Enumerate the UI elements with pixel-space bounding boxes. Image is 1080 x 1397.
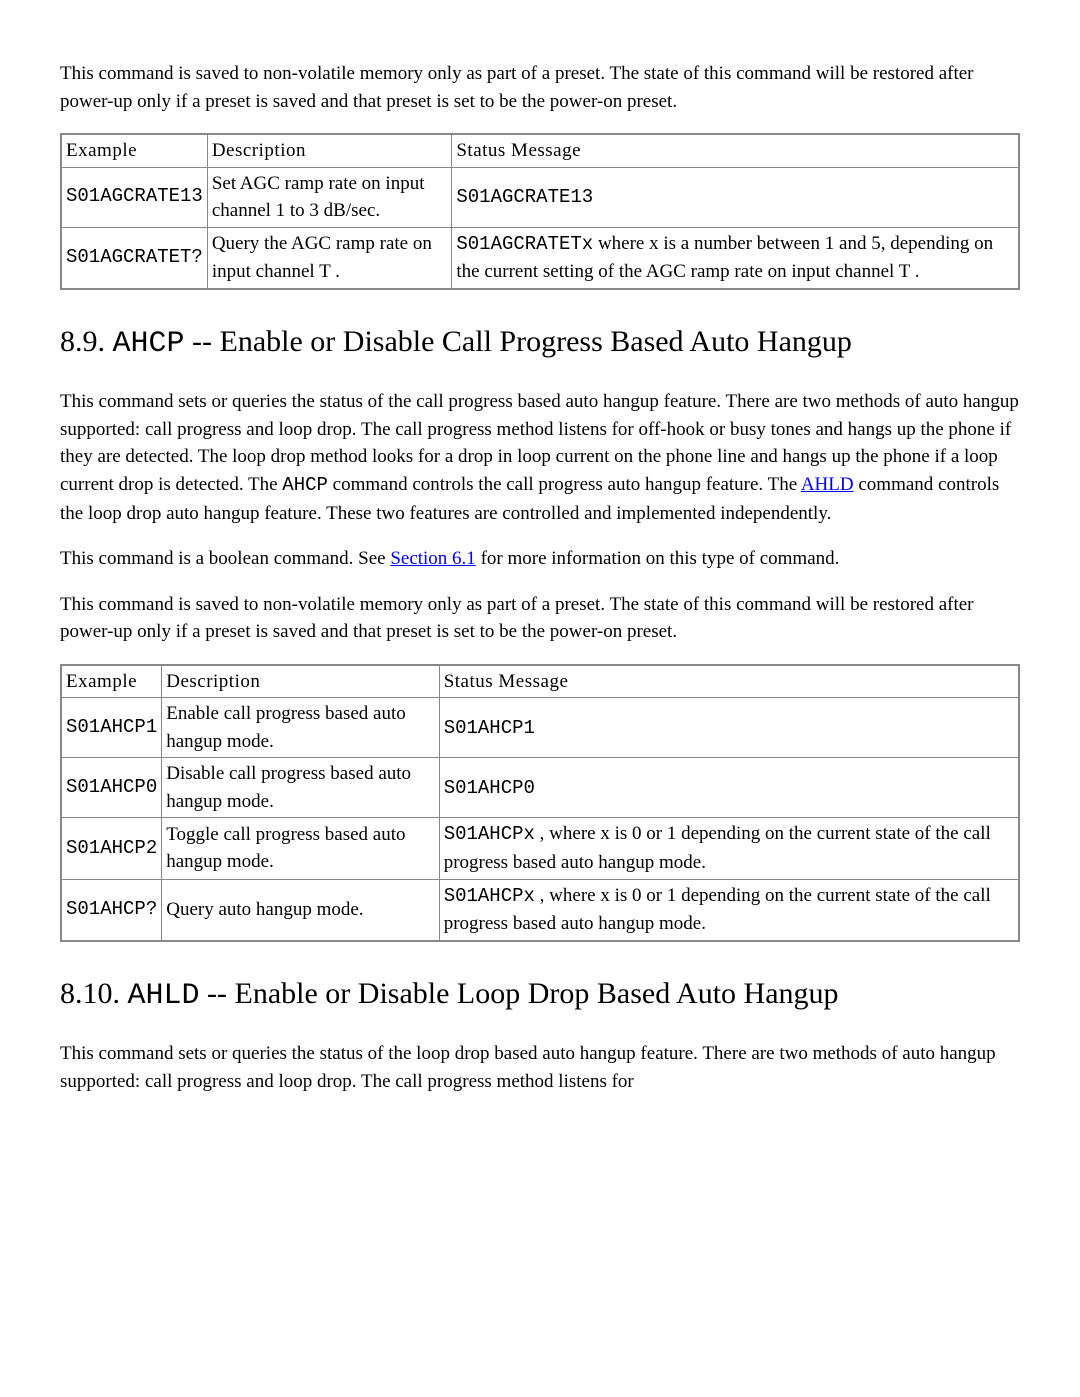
agcrate-table: Example Description Status Message S01AG… [60,133,1020,290]
cell-status: S01AHCPx , where x is 0 or 1 depending o… [439,818,1019,879]
cell-status: S01AHCP0 [439,758,1019,818]
cell-example: S01AHCP2 [61,818,162,879]
cell-example: S01AHCP? [61,879,162,941]
col-example: Example [61,665,162,698]
sec89-para3: This command is saved to non-volatile me… [60,591,1020,646]
intro-paragraph: This command is saved to non-volatile me… [60,60,1020,115]
table-row: S01AHCP? Query auto hangup mode. S01AHCP… [61,879,1019,941]
cell-example: S01AGCRATET? [61,227,207,289]
col-status: Status Message [439,665,1019,698]
cell-example: S01AHCP0 [61,758,162,818]
cell-desc: Enable call progress based auto hangup m… [162,698,439,758]
col-description: Description [162,665,439,698]
table-row: S01AGCRATET? Query the AGC ramp rate on … [61,227,1019,289]
sec89-para2: This command is a boolean command. See S… [60,545,1020,573]
col-example: Example [61,134,207,167]
cell-status: S01AGCRATETx where x is a number between… [452,227,1019,289]
col-description: Description [207,134,452,167]
cell-example: S01AGCRATE13 [61,167,207,227]
sec810-para1: This command sets or queries the status … [60,1040,1020,1095]
ahcp-table: Example Description Status Message S01AH… [60,664,1020,942]
cell-status: S01AGCRATE13 [452,167,1019,227]
cell-desc: Set AGC ramp rate on input channel 1 to … [207,167,452,227]
table-row: S01AHCP1 Enable call progress based auto… [61,698,1019,758]
col-status: Status Message [452,134,1019,167]
section-6-1-link[interactable]: Section 6.1 [390,548,476,569]
table-row: S01AHCP0 Disable call progress based aut… [61,758,1019,818]
cell-desc: Query auto hangup mode. [162,879,439,941]
section-8-10-heading: 8.10. AHLD -- Enable or Disable Loop Dro… [60,974,1020,1017]
table-row: S01AHCP2 Toggle call progress based auto… [61,818,1019,879]
cell-desc: Query the AGC ramp rate on input channel… [207,227,452,289]
sec89-para1: This command sets or queries the status … [60,388,1020,527]
cell-example: S01AHCP1 [61,698,162,758]
ahld-link[interactable]: AHLD [801,474,854,495]
cell-status: S01AHCP1 [439,698,1019,758]
cell-status: S01AHCPx , where x is 0 or 1 depending o… [439,879,1019,941]
table-row: S01AGCRATE13 Set AGC ramp rate on input … [61,167,1019,227]
section-8-9-heading: 8.9. AHCP -- Enable or Disable Call Prog… [60,322,1020,365]
cell-desc: Disable call progress based auto hangup … [162,758,439,818]
cell-desc: Toggle call progress based auto hangup m… [162,818,439,879]
